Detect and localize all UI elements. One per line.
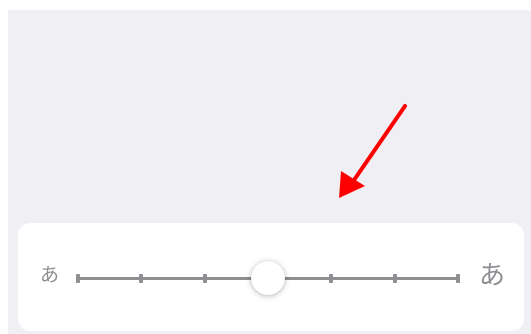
slider-tick-1 (76, 274, 80, 283)
text-size-slider-track[interactable] (76, 261, 460, 295)
text-size-slider-thumb[interactable] (251, 261, 285, 295)
small-text-glyph: あ (40, 264, 60, 286)
slider-tick-7 (456, 274, 460, 283)
large-text-glyph: あ (479, 261, 506, 291)
slider-tick-3 (202, 274, 207, 283)
slider-tick-5 (329, 274, 334, 283)
slider-tick-2 (139, 274, 144, 283)
text-size-slider-card: あ あ (18, 223, 524, 331)
screen: あ あ (0, 0, 531, 334)
slider-tick-6 (392, 274, 397, 283)
